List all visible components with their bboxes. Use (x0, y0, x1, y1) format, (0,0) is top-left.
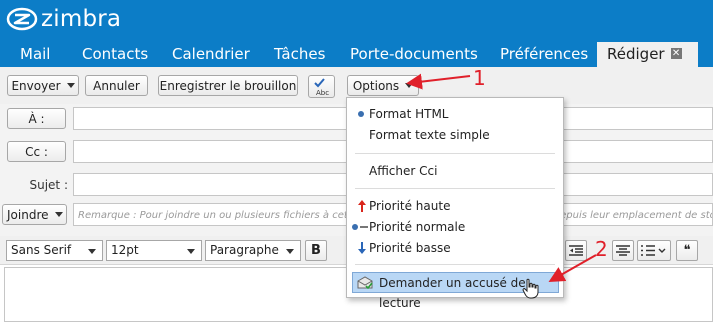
menu-item-label: Priorité normale (369, 220, 466, 234)
menu-item-label: Priorité haute (369, 199, 451, 213)
chevron-down-icon (54, 212, 63, 217)
subject-label: Sujet : (29, 178, 68, 192)
tab-tasks[interactable]: Tâches (274, 42, 325, 67)
tab-compose-label: Rédiger (607, 45, 665, 63)
blockquote-button[interactable]: ❝ (676, 240, 698, 261)
tab-compose[interactable]: Rédiger ✕ (597, 42, 698, 67)
tab-documents[interactable]: Porte-documents (350, 42, 478, 67)
menu-separator (355, 153, 555, 154)
menu-separator (355, 188, 555, 189)
menu-item-label: Priorité basse (369, 241, 451, 255)
options-menu: Format HTML Format texte simple Afficher… (346, 97, 564, 310)
cancel-button[interactable]: Annuler (85, 75, 148, 96)
radio-selected-icon (358, 111, 364, 117)
zimbra-logo[interactable]: zimbra (6, 4, 121, 34)
menu-separator (355, 264, 555, 265)
font-family-value: Sans Serif (11, 243, 72, 257)
send-button[interactable]: Envoyer (7, 75, 79, 96)
list-button[interactable] (637, 240, 671, 261)
chevron-down-icon (286, 249, 294, 254)
app-header: zimbra Mail Contacts Calendrier Tâches P… (0, 0, 713, 67)
zimbra-logo-icon (6, 7, 38, 31)
app-tabs: Mail Contacts Calendrier Tâches Porte-do… (0, 42, 713, 67)
menu-item-format-html[interactable]: Format HTML (347, 104, 563, 124)
normal-priority-icon (352, 224, 368, 230)
cc-picker-button[interactable]: Cc : (7, 141, 66, 162)
chevron-down-icon (405, 83, 414, 88)
font-size-value: 12pt (111, 243, 139, 257)
menu-item-read-receipt[interactable]: Demander un accusé de lecture (352, 272, 559, 310)
save-draft-button[interactable]: Enregistrer le brouillon (158, 75, 298, 96)
block-format-select[interactable]: Paragraphe (205, 240, 301, 261)
attach-button[interactable]: Joindre (2, 204, 67, 225)
outdent-icon (569, 245, 583, 256)
menu-item-format-text[interactable]: Format texte simple (347, 125, 563, 145)
chevron-down-icon (187, 249, 195, 254)
menu-item-priority-high[interactable]: Priorité haute (347, 196, 563, 216)
numbered-list-icon (641, 245, 666, 256)
tab-mail[interactable]: Mail (20, 42, 50, 67)
arrow-up-icon (358, 200, 366, 212)
outdent-button[interactable] (565, 240, 587, 261)
menu-item-label: Demander un accusé de lecture (379, 276, 526, 310)
to-picker-button[interactable]: À : (7, 108, 66, 129)
align-center-icon (616, 245, 630, 256)
font-family-select[interactable]: Sans Serif (6, 240, 103, 261)
bold-button[interactable]: B (305, 240, 327, 261)
align-button[interactable] (612, 240, 634, 261)
tab-contacts[interactable]: Contacts (82, 42, 148, 67)
menu-item-priority-normal[interactable]: Priorité normale (347, 217, 563, 237)
menu-item-label: Format HTML (369, 107, 449, 121)
tab-calendar[interactable]: Calendrier (172, 42, 250, 67)
spellcheck-text: Abc (316, 89, 329, 97)
logo-text: zimbra (41, 6, 122, 32)
chevron-down-icon[interactable] (66, 83, 75, 88)
attach-label: Joindre (7, 208, 49, 222)
close-icon[interactable]: ✕ (670, 48, 682, 59)
options-label: Options (352, 79, 400, 93)
spellcheck-icon: Abc (314, 78, 329, 97)
menu-item-show-bcc[interactable]: Afficher Cci (347, 161, 563, 181)
spellcheck-button[interactable]: Abc (308, 75, 335, 98)
chevron-down-icon (88, 249, 96, 254)
font-size-select[interactable]: 12pt (106, 240, 202, 261)
send-label: Envoyer (11, 79, 61, 93)
menu-item-label: Afficher Cci (369, 164, 438, 178)
menu-item-label: Format texte simple (369, 128, 490, 142)
options-button[interactable]: Options (347, 75, 419, 96)
arrow-down-icon (358, 242, 366, 254)
tab-preferences[interactable]: Préférences (500, 42, 588, 67)
menu-item-priority-low[interactable]: Priorité basse (347, 238, 563, 258)
read-receipt-icon (357, 276, 373, 289)
block-format-value: Paragraphe (210, 243, 279, 257)
